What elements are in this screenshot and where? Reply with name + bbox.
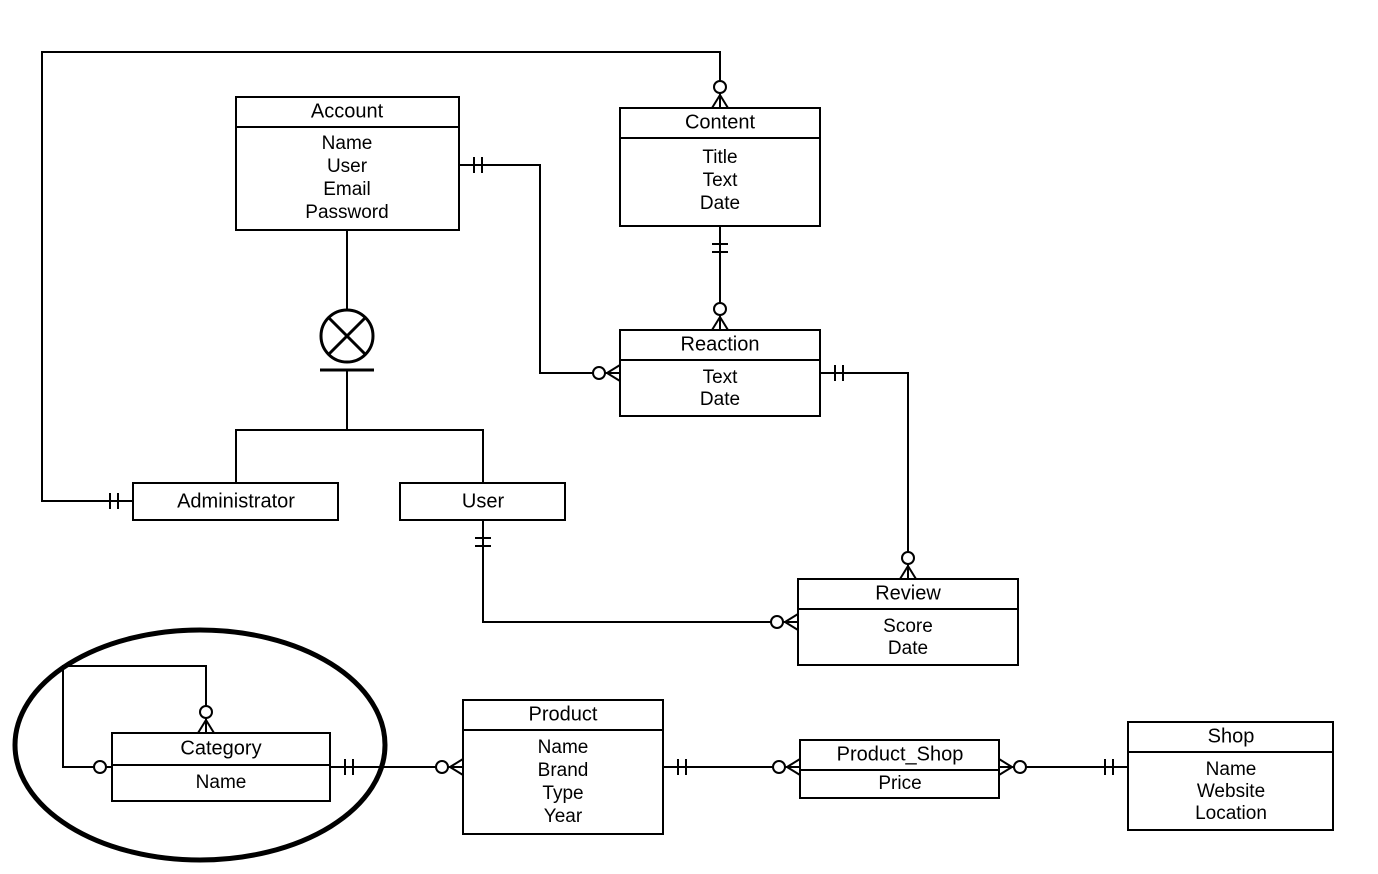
entity-attr: Score <box>883 616 933 637</box>
entity-attr: User <box>327 156 368 177</box>
entity-title: Product_Shop <box>837 743 964 765</box>
entity-product: Product Name Brand Type Year <box>463 700 663 834</box>
entity-user: User <box>400 483 565 520</box>
entity-attr: Date <box>888 638 928 659</box>
entity-attr: Type <box>542 783 583 804</box>
entities: Account Name User Email Password Content… <box>112 97 1333 834</box>
rel-account-reaction <box>459 157 620 381</box>
entity-title: Account <box>311 100 384 122</box>
rel-reaction-review <box>820 365 916 579</box>
entity-administrator: Administrator <box>133 483 338 520</box>
entity-attr: Name <box>322 133 373 154</box>
entity-account: Account Name User Email Password <box>236 97 459 230</box>
entity-content: Content Title Text Date <box>620 108 820 226</box>
entity-title: Reaction <box>681 333 760 355</box>
er-diagram: Account Name User Email Password Content… <box>0 0 1378 874</box>
entity-attr: Password <box>305 202 388 223</box>
entity-category: Category Name <box>112 733 330 801</box>
rel-account-subtypes <box>236 230 483 483</box>
entity-product-shop: Product_Shop Price <box>800 740 999 798</box>
rel-shop-productshop <box>999 759 1128 775</box>
entity-attr: Website <box>1197 781 1265 802</box>
entity-title: User <box>462 490 505 512</box>
entity-attr: Date <box>700 193 740 214</box>
entity-title: Administrator <box>177 490 295 512</box>
entity-attr: Name <box>196 772 247 793</box>
entity-title: Category <box>180 737 261 759</box>
entity-review: Review Score Date <box>798 579 1018 665</box>
entity-attr: Title <box>702 147 737 168</box>
entity-title: Shop <box>1208 725 1255 747</box>
rel-user-review <box>475 520 798 630</box>
rel-content-reaction <box>712 226 728 330</box>
entity-attr: Date <box>700 389 740 410</box>
entity-attr: Text <box>703 367 739 388</box>
entity-attr: Text <box>703 170 739 191</box>
entity-attr: Name <box>1206 759 1257 780</box>
entity-title: Product <box>529 703 598 725</box>
entity-attr: Brand <box>538 760 589 781</box>
rel-category-product <box>330 759 463 775</box>
relationships <box>42 52 1128 775</box>
entity-attr: Email <box>323 179 371 200</box>
entity-attr: Year <box>544 806 583 827</box>
entity-attr: Name <box>538 737 589 758</box>
entity-shop: Shop Name Website Location <box>1128 722 1333 830</box>
entity-title: Review <box>875 582 941 604</box>
rel-product-productshop <box>663 759 800 775</box>
entity-title: Content <box>685 111 755 133</box>
entity-attr: Location <box>1195 803 1267 824</box>
entity-attr: Price <box>878 773 921 794</box>
entity-reaction: Reaction Text Date <box>620 330 820 416</box>
